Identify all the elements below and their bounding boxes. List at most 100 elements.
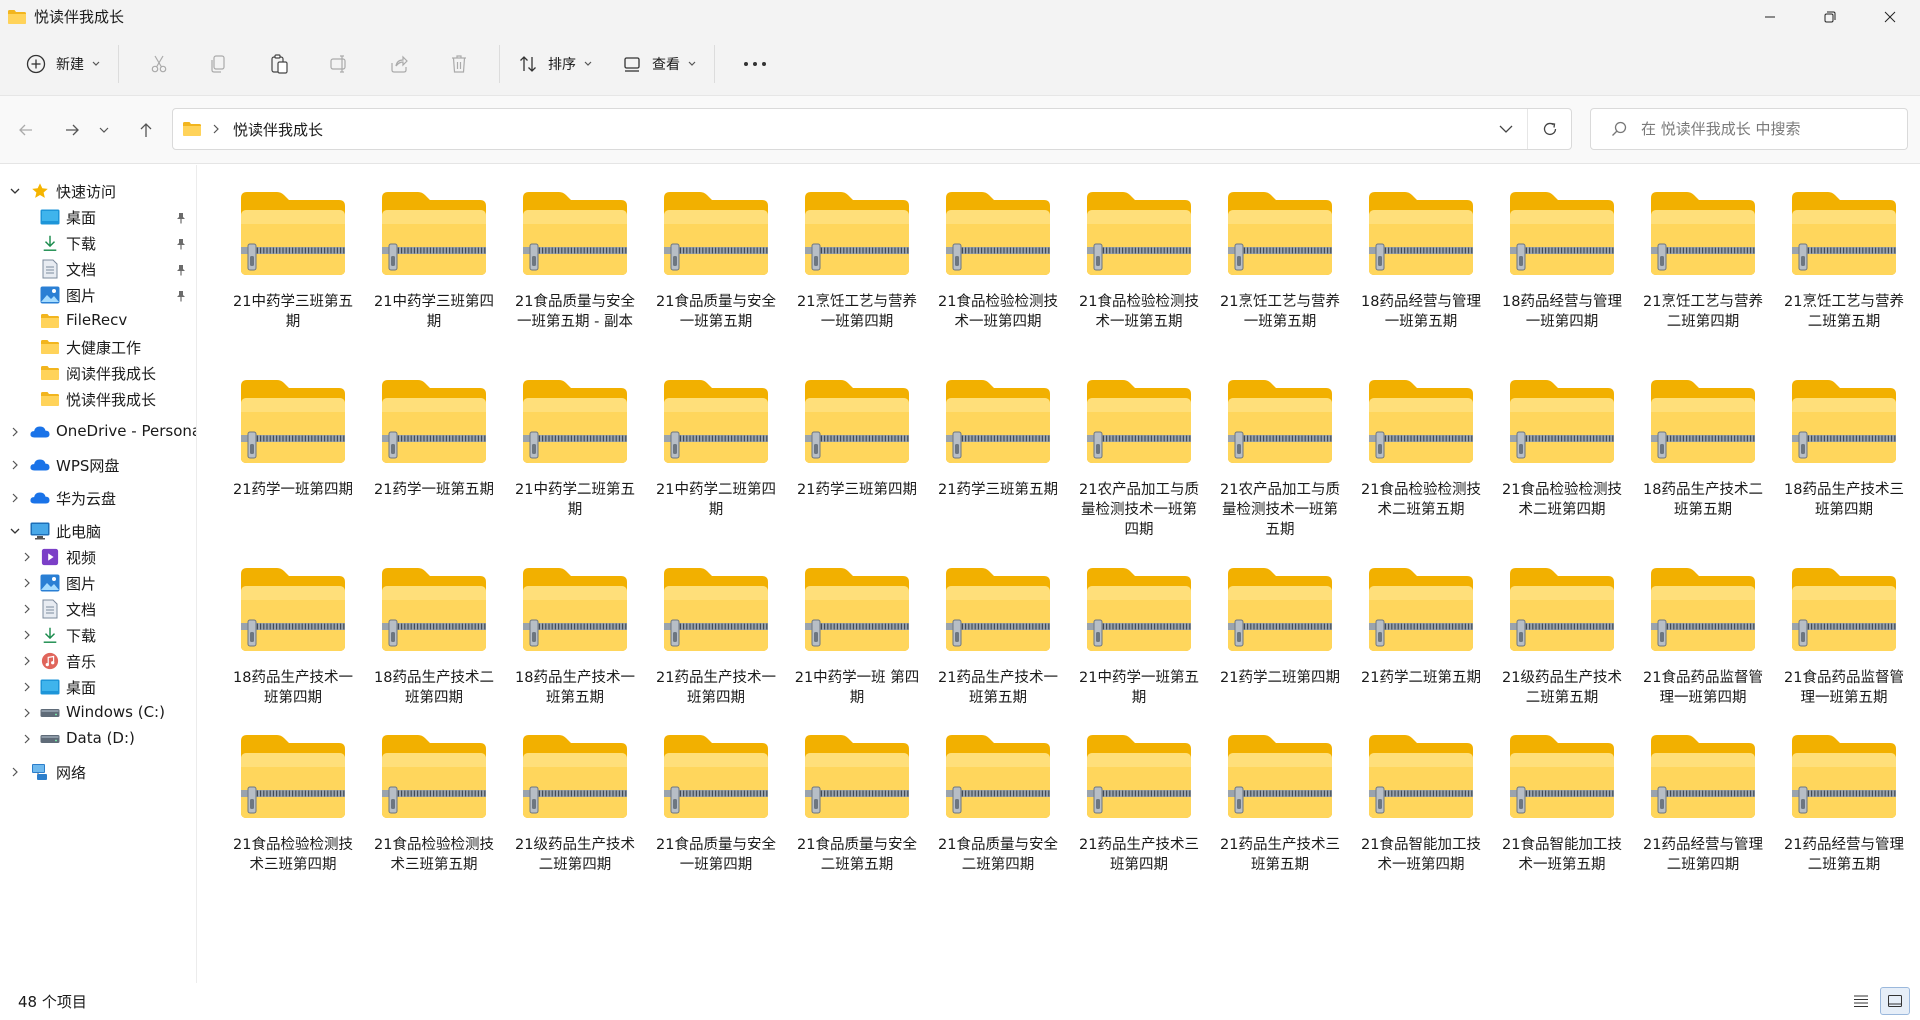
sidebar-item[interactable]: 悦读伴我成长 bbox=[0, 383, 196, 415]
sidebar-item[interactable]: OneDrive - Personal bbox=[0, 416, 196, 448]
sidebar-item[interactable]: WPS网盘 bbox=[0, 449, 196, 481]
chevron-down-icon[interactable] bbox=[8, 524, 22, 538]
share-button[interactable] bbox=[369, 44, 429, 84]
file-item[interactable]: 21药学三班第四期 bbox=[792, 378, 922, 500]
chevron-down-icon[interactable] bbox=[8, 184, 22, 198]
file-name: 21食品检验检测技术二班第五期 bbox=[1361, 482, 1481, 518]
paste-button[interactable] bbox=[249, 44, 309, 84]
file-item[interactable]: 18药品生产技术二班第四期 bbox=[369, 566, 499, 708]
details-view-button[interactable] bbox=[1846, 987, 1876, 1015]
chevron-right-icon[interactable] bbox=[20, 602, 34, 616]
address-bar[interactable]: 悦读伴我成长 bbox=[172, 108, 1572, 150]
file-item[interactable]: 21农产品加工与质量检测技术一班第五期 bbox=[1215, 378, 1345, 540]
file-item[interactable]: 21药学一班第四期 bbox=[228, 378, 358, 500]
up-button[interactable] bbox=[130, 114, 162, 146]
file-item[interactable]: 21烹饪工艺与营养一班第四期 bbox=[792, 190, 922, 332]
copy-button[interactable] bbox=[189, 44, 249, 84]
file-item[interactable]: 21食品质量与安全二班第四期 bbox=[933, 733, 1063, 875]
chevron-right-icon[interactable] bbox=[8, 458, 22, 472]
file-item[interactable]: 21食品智能加工技术一班第五期 bbox=[1497, 733, 1627, 875]
file-item[interactable]: 21药品经营与管理二班第四期 bbox=[1638, 733, 1768, 875]
file-item[interactable]: 21食品药品监督管理一班第五期 bbox=[1779, 566, 1909, 708]
search-input[interactable] bbox=[1641, 120, 1891, 138]
file-item[interactable]: 21中药学二班第五期 bbox=[510, 378, 640, 520]
chevron-right-icon[interactable] bbox=[8, 765, 22, 779]
file-item[interactable]: 21食品检验检测技术二班第四期 bbox=[1497, 378, 1627, 520]
minimize-button[interactable] bbox=[1740, 0, 1800, 33]
file-item[interactable]: 18药品生产技术一班第五期 bbox=[510, 566, 640, 708]
address-dropdown-button[interactable] bbox=[1485, 109, 1527, 149]
file-item[interactable]: 21食品检验检测技术一班第四期 bbox=[933, 190, 1063, 332]
chevron-right-icon[interactable] bbox=[20, 550, 34, 564]
sidebar-item[interactable]: Data (D:) bbox=[0, 723, 196, 755]
file-item[interactable]: 21药品经营与管理二班第五期 bbox=[1779, 733, 1909, 875]
zip-folder-icon bbox=[933, 190, 1063, 280]
file-item[interactable]: 18药品生产技术三班第四期 bbox=[1779, 378, 1909, 520]
file-name: 21药学二班第五期 bbox=[1361, 670, 1481, 686]
file-item[interactable]: 21食品检验检测技术一班第五期 bbox=[1074, 190, 1204, 332]
breadcrumb[interactable]: 悦读伴我成长 bbox=[233, 119, 323, 140]
file-item[interactable]: 21中药学一班 第四期 bbox=[792, 566, 922, 708]
file-item[interactable]: 21级药品生产技术二班第四期 bbox=[510, 733, 640, 875]
sidebar-item[interactable]: 华为云盘 bbox=[0, 482, 196, 514]
restore-button[interactable] bbox=[1800, 0, 1860, 33]
file-item[interactable]: 21食品质量与安全一班第五期 - 副本 bbox=[510, 190, 640, 332]
file-item[interactable]: 21食品质量与安全一班第五期 bbox=[651, 190, 781, 332]
pictures-icon bbox=[40, 573, 60, 593]
chevron-right-icon[interactable] bbox=[8, 491, 22, 505]
file-item[interactable]: 21药品生产技术三班第五期 bbox=[1215, 733, 1345, 875]
file-item[interactable]: 21药学三班第五期 bbox=[933, 378, 1063, 500]
file-item[interactable]: 21药学二班第四期 bbox=[1215, 566, 1345, 688]
forward-button[interactable] bbox=[56, 114, 88, 146]
file-item[interactable]: 21药品生产技术一班第四期 bbox=[651, 566, 781, 708]
file-item[interactable]: 21食品质量与安全一班第四期 bbox=[651, 733, 781, 875]
file-item[interactable]: 21食品药品监督管理一班第四期 bbox=[1638, 566, 1768, 708]
file-item[interactable]: 21药品生产技术三班第四期 bbox=[1074, 733, 1204, 875]
refresh-button[interactable] bbox=[1527, 109, 1571, 149]
large-icons-view-button[interactable] bbox=[1880, 987, 1910, 1015]
chevron-right-icon[interactable] bbox=[8, 425, 22, 439]
file-item[interactable]: 21食品质量与安全二班第五期 bbox=[792, 733, 922, 875]
sort-button[interactable]: 排序 bbox=[510, 44, 600, 84]
file-name: 21药学一班第五期 bbox=[374, 482, 494, 498]
cut-button[interactable] bbox=[129, 44, 189, 84]
file-item[interactable]: 21级药品生产技术二班第五期 bbox=[1497, 566, 1627, 708]
back-button[interactable] bbox=[10, 114, 42, 146]
chevron-right-icon[interactable] bbox=[20, 732, 34, 746]
rename-button[interactable] bbox=[309, 44, 369, 84]
file-item[interactable]: 18药品经营与管理一班第五期 bbox=[1356, 190, 1486, 332]
delete-button[interactable] bbox=[429, 44, 489, 84]
chevron-right-icon[interactable] bbox=[20, 654, 34, 668]
sidebar-item[interactable]: 网络 bbox=[0, 756, 196, 788]
file-item[interactable]: 21药学二班第五期 bbox=[1356, 566, 1486, 688]
file-item[interactable]: 21食品检验检测技术二班第五期 bbox=[1356, 378, 1486, 520]
file-item[interactable]: 21中药学一班第五期 bbox=[1074, 566, 1204, 708]
file-item[interactable]: 21食品检验检测技术三班第五期 bbox=[369, 733, 499, 875]
recent-locations-button[interactable] bbox=[93, 114, 115, 146]
file-item[interactable]: 21烹饪工艺与营养一班第五期 bbox=[1215, 190, 1345, 332]
share-icon bbox=[391, 55, 408, 73]
file-item[interactable]: 21农产品加工与质量检测技术一班第四期 bbox=[1074, 378, 1204, 540]
chevron-right-icon[interactable] bbox=[20, 680, 34, 694]
pin-icon bbox=[176, 210, 186, 228]
view-button[interactable]: 查看 bbox=[614, 44, 704, 84]
chevron-right-icon[interactable] bbox=[20, 576, 34, 590]
file-item[interactable]: 21食品检验检测技术三班第四期 bbox=[228, 733, 358, 875]
file-item[interactable]: 18药品生产技术一班第四期 bbox=[228, 566, 358, 708]
file-item[interactable]: 21药品生产技术一班第五期 bbox=[933, 566, 1063, 708]
chevron-right-icon[interactable] bbox=[20, 706, 34, 720]
new-button[interactable]: 新建 bbox=[18, 44, 108, 84]
more-options-button[interactable] bbox=[725, 44, 785, 84]
chevron-right-icon[interactable] bbox=[20, 628, 34, 642]
file-item[interactable]: 21中药学三班第四期 bbox=[369, 190, 499, 332]
file-item[interactable]: 18药品经营与管理一班第四期 bbox=[1497, 190, 1627, 332]
file-item[interactable]: 21烹饪工艺与营养二班第五期 bbox=[1779, 190, 1909, 332]
file-item[interactable]: 21药学一班第五期 bbox=[369, 378, 499, 500]
file-item[interactable]: 21中药学二班第四期 bbox=[651, 378, 781, 520]
close-button[interactable] bbox=[1860, 0, 1920, 33]
search-box[interactable] bbox=[1590, 108, 1908, 150]
file-item[interactable]: 21中药学三班第五期 bbox=[228, 190, 358, 332]
file-item[interactable]: 18药品生产技术二班第五期 bbox=[1638, 378, 1768, 520]
file-item[interactable]: 21烹饪工艺与营养二班第四期 bbox=[1638, 190, 1768, 332]
file-item[interactable]: 21食品智能加工技术一班第四期 bbox=[1356, 733, 1486, 875]
